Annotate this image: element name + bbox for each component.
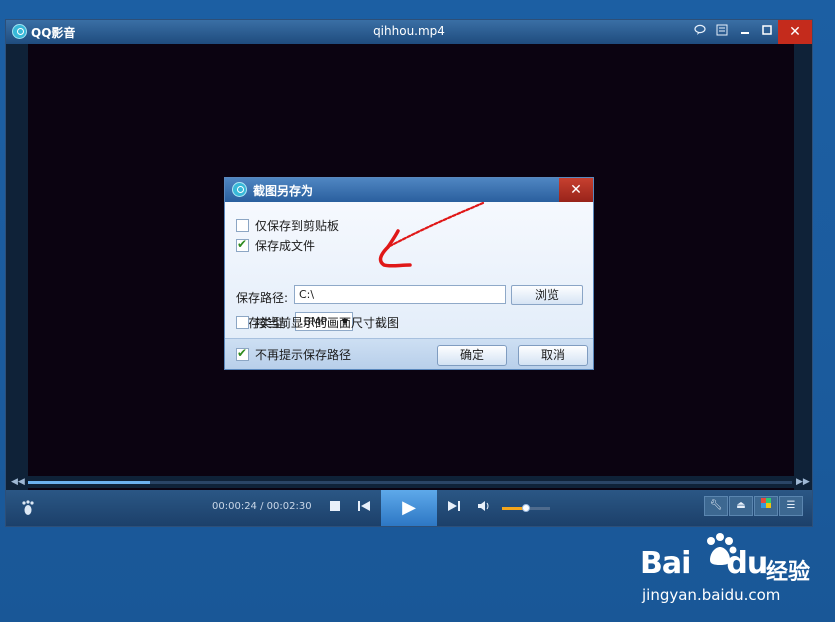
- option-save-file[interactable]: 保存成文件: [236, 237, 315, 253]
- no-prompt-label: 不再提示保存路径: [255, 347, 352, 362]
- save-file-label: 保存成文件: [255, 238, 316, 253]
- app-name: QQ影音: [31, 26, 76, 40]
- dialog-close-button[interactable]: ✕: [559, 178, 593, 202]
- qq-player-logo-icon: [232, 182, 247, 197]
- stop-icon[interactable]: [328, 500, 342, 516]
- qq-player-logo-icon: [12, 24, 27, 39]
- path-input[interactable]: C:\: [294, 285, 506, 304]
- ok-button[interactable]: 确定: [437, 345, 507, 366]
- time-display: 00:00:24 / 00:02:30: [212, 501, 312, 512]
- file-title: qihhou.mp4: [373, 24, 445, 38]
- cancel-button[interactable]: 取消: [518, 345, 588, 366]
- player-titlebar[interactable]: QQ影音 qihhou.mp4 ✕: [6, 20, 812, 44]
- option-size[interactable]: 按当前显示的画面尺寸截图: [236, 314, 399, 330]
- close-button[interactable]: ✕: [778, 20, 812, 44]
- time-separator: /: [256, 501, 267, 512]
- wrench-icon[interactable]: 🔧︎: [704, 496, 728, 516]
- color-icon[interactable]: [754, 496, 778, 516]
- seek-progress: [28, 481, 151, 484]
- red-arrow-annotation: [378, 201, 485, 268]
- time-total: 00:02:30: [266, 501, 312, 512]
- next-icon[interactable]: [446, 500, 462, 516]
- baidu-jingyan-watermark: Bai du 经验 jingyan.baidu.com: [640, 532, 830, 612]
- seek-bar[interactable]: [28, 481, 792, 484]
- chat-icon[interactable]: [692, 24, 708, 40]
- time-current: 00:00:24: [212, 501, 257, 512]
- minimize-icon[interactable]: [737, 24, 753, 40]
- footprint-icon[interactable]: [20, 500, 36, 520]
- dialog-footer: 不再提示保存路径 确定 取消: [225, 338, 593, 369]
- play-button[interactable]: ▶: [381, 490, 437, 526]
- watermark-url: jingyan.baidu.com: [642, 586, 781, 604]
- volume-knob[interactable]: [522, 504, 530, 512]
- list-icon[interactable]: [714, 24, 730, 40]
- maximize-icon[interactable]: [759, 24, 775, 40]
- seek-row: ◀◀ ▶▶: [6, 476, 812, 488]
- no-prompt-checkbox[interactable]: [236, 346, 249, 361]
- eject-icon[interactable]: ⏏: [729, 496, 753, 516]
- rewind-icon[interactable]: ◀◀: [11, 476, 25, 488]
- browse-button[interactable]: 浏览: [511, 285, 583, 305]
- volume-slider[interactable]: [502, 504, 550, 512]
- baidu-paw-icon: [707, 533, 737, 565]
- play-icon: ▶: [402, 497, 416, 518]
- watermark-brand-cn: 经验: [766, 560, 811, 585]
- tool-buttons: 🔧︎ ⏏ ☰: [704, 496, 806, 518]
- prev-icon[interactable]: [356, 500, 372, 516]
- close-icon: ✕: [570, 182, 582, 198]
- size-checkbox[interactable]: [236, 315, 249, 329]
- path-label: 保存路径:: [236, 291, 289, 305]
- option-no-prompt[interactable]: 不再提示保存路径: [236, 346, 351, 362]
- video-border-right: [794, 44, 812, 496]
- control-bar: 00:00:24 / 00:02:30 ▶ 🔧︎ ⏏ ☰: [6, 490, 812, 526]
- volume-icon[interactable]: [476, 500, 492, 516]
- close-icon: ✕: [789, 24, 801, 40]
- size-label: 按当前显示的画面尺寸截图: [255, 315, 400, 330]
- video-border-left: [6, 44, 28, 496]
- save-file-checkbox[interactable]: [236, 237, 249, 252]
- playlist-icon[interactable]: ☰: [779, 496, 803, 516]
- fast-forward-icon[interactable]: ▶▶: [796, 476, 810, 488]
- option-clipboard[interactable]: 仅保存到剪贴板: [236, 217, 339, 233]
- dialog-title: 截图另存为: [253, 184, 314, 198]
- clipboard-label: 仅保存到剪贴板: [255, 218, 340, 233]
- clipboard-checkbox[interactable]: [236, 218, 249, 232]
